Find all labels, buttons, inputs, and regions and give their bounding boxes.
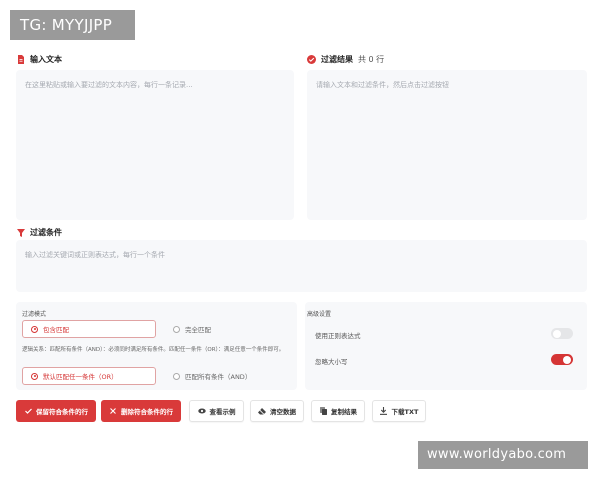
check-icon	[24, 407, 32, 415]
copy-result-button[interactable]: 复制结果	[311, 400, 365, 422]
radio-label: 默认匹配任一条件（OR）	[43, 373, 118, 381]
button-label: 删除符合条件的行	[121, 408, 173, 416]
input-title: 输入文本	[30, 55, 62, 64]
eraser-icon	[258, 407, 266, 415]
radio-label: 完全匹配	[185, 326, 211, 334]
button-label: 复制结果	[331, 408, 357, 416]
watermark-bottom: www.worldyabo.com	[418, 441, 588, 469]
conditions-section-title: 过滤条件	[16, 227, 62, 238]
radio-match-all[interactable]: 匹配所有条件（AND）	[164, 367, 284, 385]
radio-match-any[interactable]: 默认匹配任一条件（OR）	[22, 367, 156, 385]
view-example-button[interactable]: 查看示例	[189, 400, 244, 422]
radio-label: 包含匹配	[43, 326, 69, 334]
advanced-settings-label: 高级设置	[307, 311, 332, 318]
button-label: 保留符合条件的行	[36, 408, 88, 416]
regex-toggle[interactable]	[551, 328, 573, 339]
result-textarea: 请输入文本和过滤条件，然后点击过滤按钮	[307, 70, 587, 220]
clear-data-button[interactable]: 清空数据	[250, 400, 304, 422]
radio-exact-match[interactable]: 完全匹配	[164, 320, 284, 338]
eye-icon	[197, 407, 206, 415]
radio-contains-match[interactable]: 包含匹配	[22, 320, 156, 338]
download-icon	[380, 407, 388, 415]
filter-icon	[16, 228, 25, 237]
button-label: 清空数据	[270, 408, 296, 416]
advanced-settings-panel	[305, 302, 587, 390]
result-title: 过滤结果	[321, 55, 353, 64]
delete-matching-rows-button[interactable]: 删除符合条件的行	[101, 400, 181, 422]
radio-unselected-icon	[173, 325, 180, 333]
logic-description: 逻辑关系：匹配所有条件（AND）：必须同时满足所有条件。匹配任一条件（OR）：满…	[22, 347, 285, 353]
result-count: 共 0 行	[358, 55, 385, 64]
copy-icon	[319, 407, 327, 415]
regex-toggle-label: 使用正则表达式	[315, 332, 361, 340]
filter-mode-label: 过滤模式	[22, 311, 47, 318]
close-icon	[109, 407, 117, 415]
download-txt-button[interactable]: 下载TXT	[372, 400, 426, 422]
watermark-top: TG: MYYJJPP	[10, 10, 135, 40]
check-circle-icon	[307, 55, 316, 64]
input-section-title: 输入文本	[16, 54, 62, 65]
input-textarea[interactable]: 在这里粘贴或输入要过滤的文本内容，每行一条记录...	[16, 70, 294, 220]
conditions-title: 过滤条件	[30, 228, 62, 237]
radio-selected-icon	[31, 372, 38, 380]
button-label: 查看示例	[209, 408, 236, 416]
keep-matching-rows-button[interactable]: 保留符合条件的行	[16, 400, 96, 422]
result-section-title: 过滤结果 共 0 行	[307, 54, 384, 65]
document-icon	[16, 55, 25, 64]
radio-unselected-icon	[173, 372, 180, 380]
ignore-case-toggle-label: 忽略大小写	[315, 358, 348, 366]
radio-label: 匹配所有条件（AND）	[185, 373, 252, 381]
button-label: 下载TXT	[391, 408, 419, 416]
ignore-case-toggle[interactable]	[551, 354, 573, 365]
radio-selected-icon	[31, 325, 38, 333]
conditions-textarea[interactable]: 输入过滤关键词或正则表达式，每行一个条件	[16, 240, 587, 292]
